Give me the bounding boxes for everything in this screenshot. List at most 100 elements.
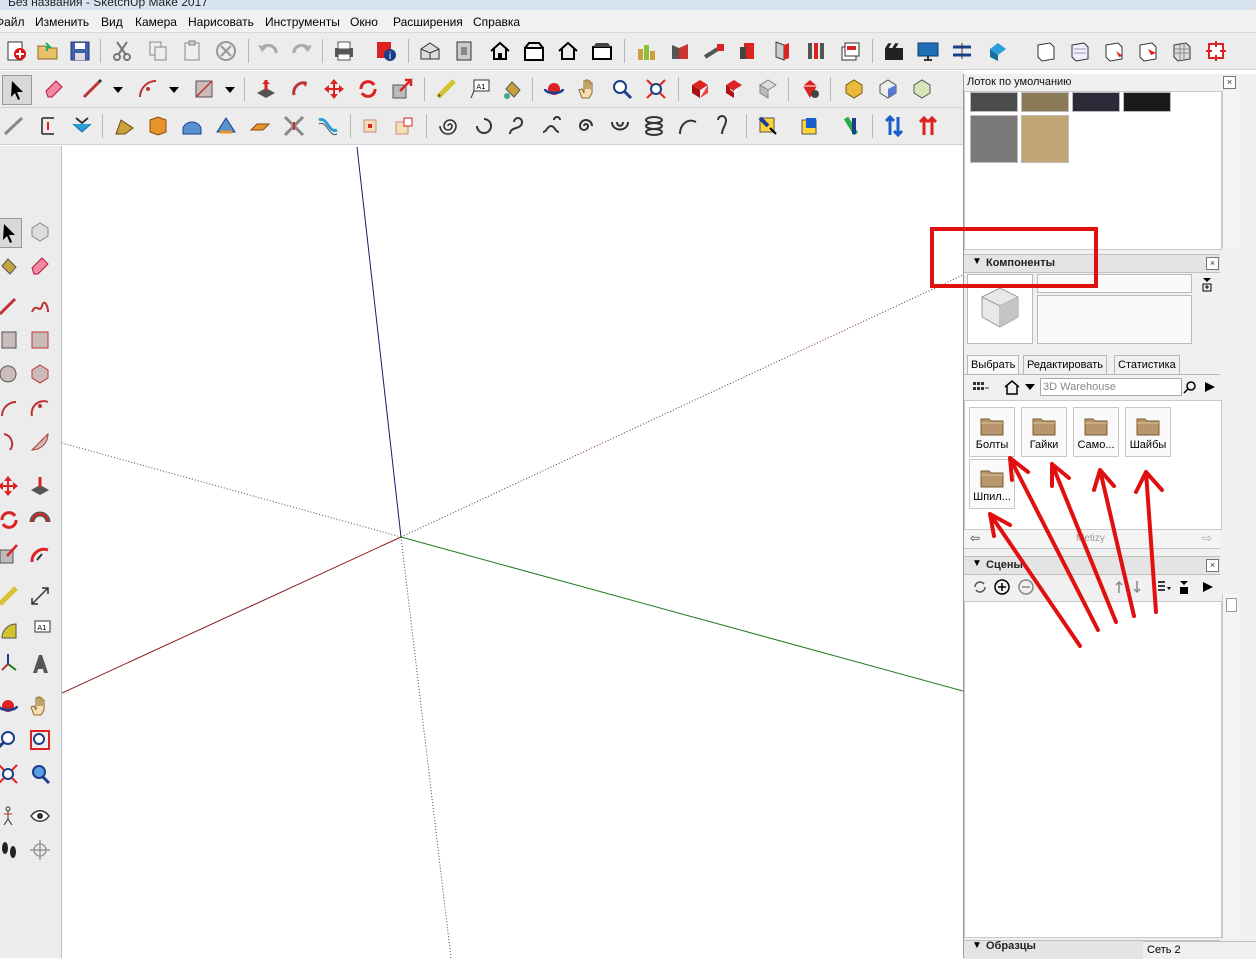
menu-tools[interactable]: Инструменты xyxy=(265,15,340,29)
cut-icon[interactable] xyxy=(108,37,136,65)
solid-outer-shell-icon[interactable] xyxy=(840,75,868,103)
section-plane-icon[interactable] xyxy=(734,37,762,65)
zoom-left-icon[interactable] xyxy=(0,726,20,754)
rotate-left-icon[interactable] xyxy=(0,506,20,534)
components-close-icon[interactable]: × xyxy=(1206,257,1219,270)
menu-draw[interactable]: Нарисовать xyxy=(188,15,254,29)
sandbox-from-scratch-icon[interactable] xyxy=(34,112,62,140)
details-arrow-icon[interactable] xyxy=(1200,276,1214,292)
scenes-list[interactable] xyxy=(964,601,1222,938)
print-icon[interactable] xyxy=(330,37,358,65)
two-point-arc-left-icon[interactable] xyxy=(26,394,54,422)
move-up-down-icon[interactable] xyxy=(880,112,908,140)
monochrome-style-icon[interactable] xyxy=(1168,37,1196,65)
section-plane-left-icon[interactable] xyxy=(26,836,54,864)
curve-3-icon[interactable] xyxy=(538,112,566,140)
protractor-left-icon[interactable] xyxy=(0,616,20,644)
pan-tool-icon[interactable] xyxy=(574,75,602,103)
zoom-extents-tool-icon[interactable] xyxy=(642,75,670,103)
model-info-icon[interactable]: i xyxy=(372,37,400,65)
undo-icon[interactable] xyxy=(254,37,282,65)
menu-window[interactable]: Окно xyxy=(350,15,378,29)
shadow-icon[interactable] xyxy=(666,37,694,65)
orbit-tool-icon[interactable] xyxy=(540,75,568,103)
text-left-icon[interactable]: A1 xyxy=(26,616,54,644)
copy-icon[interactable] xyxy=(144,37,172,65)
push-pull-tool-icon[interactable] xyxy=(252,75,280,103)
position-camera-left-icon[interactable] xyxy=(0,802,20,830)
pan-left-icon[interactable] xyxy=(26,692,54,720)
scene-details-icon[interactable] xyxy=(1177,579,1191,595)
layers-icon[interactable] xyxy=(836,37,864,65)
component-options-icon[interactable] xyxy=(984,37,1012,65)
share-component-icon[interactable] xyxy=(754,75,782,103)
front-view-icon[interactable] xyxy=(486,37,514,65)
shaded-style-icon[interactable] xyxy=(1100,37,1128,65)
walk-left-icon[interactable] xyxy=(0,836,20,864)
collapse-triangle-icon[interactable]: ▼ xyxy=(972,558,982,569)
rectangle-tool-icon[interactable] xyxy=(190,75,218,103)
bezier-icon[interactable] xyxy=(314,112,342,140)
section-box-icon[interactable] xyxy=(356,112,384,140)
scenes-close-icon[interactable]: × xyxy=(1206,559,1219,572)
orbit-left-icon[interactable] xyxy=(0,692,20,720)
move-scene-up-icon[interactable] xyxy=(1114,579,1124,595)
zoom-extents-left-icon[interactable] xyxy=(0,760,20,788)
save-icon[interactable] xyxy=(66,37,94,65)
zoom-tool-icon[interactable] xyxy=(608,75,636,103)
menu-view[interactable]: Вид xyxy=(101,15,123,29)
scale-left-icon[interactable] xyxy=(0,540,20,568)
view-options-icon[interactable] xyxy=(972,380,990,394)
paint-bucket-tool-icon[interactable] xyxy=(498,75,526,103)
extension-warehouse-icon[interactable] xyxy=(796,75,824,103)
drawing-area[interactable] xyxy=(62,147,963,958)
spiral-icon[interactable] xyxy=(436,112,464,140)
curve-4-icon[interactable] xyxy=(572,112,600,140)
open-icon[interactable] xyxy=(34,37,62,65)
axes-left-icon[interactable] xyxy=(0,650,20,678)
xray-style-icon[interactable] xyxy=(1202,37,1230,65)
section-fill-2-icon[interactable] xyxy=(390,112,418,140)
menu-file[interactable]: Файл xyxy=(0,15,25,29)
sandbox-icon[interactable] xyxy=(632,37,660,65)
intersect-faces-icon[interactable] xyxy=(280,112,308,140)
material-swatch[interactable] xyxy=(970,92,1018,112)
menu-camera[interactable]: Камера xyxy=(135,15,177,29)
follow-me-tool-icon[interactable] xyxy=(286,75,314,103)
circle-left-icon[interactable] xyxy=(0,360,20,388)
solid-union-icon[interactable] xyxy=(908,75,936,103)
folder-washers[interactable]: Шайбы xyxy=(1125,407,1171,457)
menu-help[interactable]: Справка xyxy=(473,15,520,29)
scale-tool-icon[interactable] xyxy=(388,75,416,103)
extension-a-icon[interactable] xyxy=(754,112,782,140)
forward-arrow-icon[interactable]: ⇨ xyxy=(1202,531,1212,545)
text-tool-icon[interactable]: A1 xyxy=(466,75,494,103)
share-model-icon[interactable] xyxy=(720,75,748,103)
folder-studs[interactable]: Шпил... xyxy=(969,459,1015,509)
details-menu-icon[interactable] xyxy=(1202,379,1218,395)
top-view-icon[interactable] xyxy=(450,37,478,65)
tape-measure-tool-icon[interactable] xyxy=(432,75,460,103)
right-view-icon[interactable] xyxy=(520,37,548,65)
material-swatch[interactable] xyxy=(1021,115,1069,163)
material-swatch[interactable] xyxy=(1072,92,1120,112)
curve-7-icon[interactable] xyxy=(708,112,736,140)
remove-scene-icon[interactable] xyxy=(1018,579,1034,595)
arc-left-icon[interactable] xyxy=(0,394,20,422)
materials-scrollbar[interactable] xyxy=(1222,91,1239,248)
drape-icon[interactable] xyxy=(144,112,172,140)
material-swatch[interactable] xyxy=(970,115,1018,163)
curve-6-icon[interactable] xyxy=(674,112,702,140)
wireframe-style-icon[interactable] xyxy=(1032,37,1060,65)
line-tool-icon[interactable] xyxy=(78,75,106,103)
iso-view-icon[interactable] xyxy=(416,37,444,65)
add-scene-icon[interactable] xyxy=(994,579,1010,595)
paste-icon[interactable] xyxy=(178,37,206,65)
hidden-line-style-icon[interactable] xyxy=(1066,37,1094,65)
refresh-scene-icon[interactable] xyxy=(972,579,988,595)
push-pull-left-icon[interactable] xyxy=(26,472,54,500)
back-view-icon[interactable] xyxy=(554,37,582,65)
dimension-left-icon[interactable] xyxy=(26,582,54,610)
pie-left-icon[interactable] xyxy=(26,428,54,456)
warehouse-search-input[interactable] xyxy=(1040,378,1182,396)
